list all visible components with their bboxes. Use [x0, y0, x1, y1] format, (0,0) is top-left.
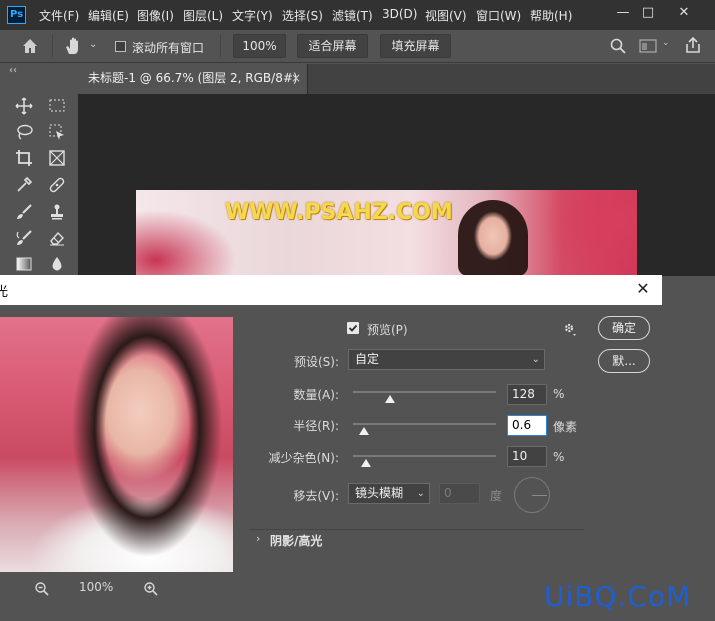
- portrait-thumbnail: [458, 200, 528, 276]
- menu-filter[interactable]: 滤镜(T): [332, 7, 373, 24]
- shadows-highlights-section[interactable]: 阴影/高光: [270, 532, 322, 549]
- chevron-right-icon[interactable]: ›: [256, 532, 260, 545]
- reduce-noise-slider-thumb[interactable]: [360, 459, 371, 467]
- zoom-percent-button[interactable]: 100%: [233, 34, 286, 58]
- minimize-button[interactable]: —: [611, 2, 635, 26]
- zoom-out-icon[interactable]: [34, 581, 50, 600]
- dialog-titlebar: 光 ✕: [0, 275, 662, 305]
- separator: [52, 35, 53, 57]
- eyedropper-tool-icon[interactable]: [13, 174, 35, 196]
- menu-help[interactable]: 帮助(H): [530, 7, 572, 24]
- workspace-icon[interactable]: [639, 38, 657, 57]
- reduce-noise-slider-track[interactable]: [353, 455, 496, 457]
- menu-layer[interactable]: 图层(L): [183, 7, 223, 24]
- document-tab-close-icon[interactable]: ×: [291, 64, 301, 92]
- dialog-title: 光: [0, 285, 9, 300]
- share-icon[interactable]: [684, 36, 702, 57]
- preview-checkbox[interactable]: [347, 322, 359, 334]
- object-selection-tool-icon[interactable]: [46, 121, 68, 143]
- amount-label: 数量(A):: [293, 388, 339, 402]
- menu-file[interactable]: 文件(F): [39, 7, 79, 24]
- default-button[interactable]: 默...: [598, 349, 650, 373]
- section-divider: [249, 529, 584, 530]
- radius-label: 半径(R):: [293, 419, 339, 433]
- document-tab-bar: 未标题-1 @ 66.7% (图层 2, RGB/8#) * ×: [78, 64, 715, 113]
- clone-stamp-tool-icon[interactable]: [46, 201, 68, 223]
- eraser-tool-icon[interactable]: [46, 227, 68, 249]
- document-tab[interactable]: 未标题-1 @ 66.7% (图层 2, RGB/8#) * ×: [78, 64, 308, 113]
- brush-tool-icon[interactable]: [13, 201, 35, 223]
- watermark-text: WWW.PSAHZ.COM: [225, 200, 453, 225]
- chevron-down-icon[interactable]: ⌄: [89, 39, 97, 50]
- angle-unit: 度: [490, 489, 503, 503]
- search-icon[interactable]: [609, 37, 627, 58]
- dialog-close-button[interactable]: ✕: [632, 279, 654, 301]
- menu-image[interactable]: 图像(I): [137, 7, 174, 24]
- scroll-all-label: 滚动所有窗口: [132, 41, 205, 55]
- preset-label: 预设(S):: [293, 355, 339, 369]
- reduce-noise-field[interactable]: 10: [507, 446, 547, 467]
- ok-button[interactable]: 确定: [598, 316, 650, 340]
- preview-label: 预览(P): [367, 323, 408, 337]
- blur-tool-icon[interactable]: [46, 253, 68, 275]
- maximize-button[interactable]: □: [636, 2, 660, 26]
- radius-unit: 像素: [553, 420, 578, 434]
- chevron-down-icon: ⌄: [531, 354, 540, 365]
- preview-zoom-level: 100%: [79, 580, 114, 594]
- preset-select[interactable]: 自定 ⌄: [348, 349, 545, 370]
- fit-screen-button[interactable]: 适合屏幕: [297, 34, 368, 58]
- preview-hair-shading: [72, 317, 222, 572]
- home-icon[interactable]: [20, 36, 40, 59]
- menu-view[interactable]: 视图(V): [425, 7, 467, 24]
- scroll-all-checkbox[interactable]: [115, 41, 126, 52]
- move-tool-icon[interactable]: [13, 95, 35, 117]
- angle-dial[interactable]: [514, 477, 550, 513]
- menu-window[interactable]: 窗口(W): [476, 7, 521, 24]
- collapse-panel-icon[interactable]: ‹‹: [9, 65, 17, 76]
- frame-tool-icon[interactable]: [46, 147, 68, 169]
- menu-edit[interactable]: 编辑(E): [88, 7, 129, 24]
- preset-value: 自定: [355, 352, 380, 366]
- lasso-tool-icon[interactable]: [13, 121, 35, 143]
- amount-field[interactable]: 128: [507, 384, 547, 405]
- angle-field[interactable]: 0: [439, 483, 480, 504]
- preview-image[interactable]: [0, 317, 233, 572]
- fill-screen-button[interactable]: 填充屏幕: [380, 34, 451, 58]
- menu-3d[interactable]: 3D(D): [382, 7, 417, 21]
- amount-slider-track[interactable]: [353, 391, 496, 393]
- zoom-in-icon[interactable]: [143, 581, 159, 600]
- radius-slider-track[interactable]: [353, 423, 496, 425]
- chevron-down-icon: ⌄: [416, 488, 425, 499]
- remove-select[interactable]: 镜头模糊 ⌄: [348, 483, 430, 504]
- photoshop-logo[interactable]: Ps: [7, 6, 26, 24]
- reduce-noise-unit: %: [553, 450, 565, 464]
- options-bar: ⌄ 滚动所有窗口 100% 适合屏幕 填充屏幕 ⌄: [0, 30, 715, 63]
- menu-type[interactable]: 文字(Y): [232, 7, 273, 24]
- menu-select[interactable]: 选择(S): [282, 7, 323, 24]
- tools-panel: ‹‹: [0, 64, 78, 276]
- hand-tool-icon[interactable]: [63, 36, 85, 59]
- chevron-down-icon[interactable]: ⌄: [662, 38, 670, 48]
- menu-bar: Ps 文件(F) 编辑(E) 图像(I) 图层(L) 文字(Y) 选择(S) 滤…: [0, 0, 715, 30]
- amount-slider-thumb[interactable]: [385, 395, 396, 403]
- crop-tool-icon[interactable]: [13, 147, 35, 169]
- radius-field[interactable]: 0.6: [507, 415, 547, 436]
- reduce-noise-label: 减少杂色(N):: [268, 451, 339, 465]
- amount-unit: %: [553, 387, 565, 401]
- radius-slider-thumb[interactable]: [359, 427, 370, 435]
- smart-sharpen-dialog: 光 ✕ 100% 预览(P) 确定 默... 预设(S): 自定 ⌄ 数量(A)…: [0, 275, 662, 621]
- gradient-tool-icon[interactable]: [13, 253, 35, 275]
- history-brush-tool-icon[interactable]: [13, 227, 35, 249]
- window-close-button[interactable]: ✕: [672, 2, 696, 26]
- site-watermark: UiBQ.CoM: [544, 580, 692, 613]
- remove-label: 移去(V):: [293, 489, 339, 503]
- healing-brush-tool-icon[interactable]: [46, 174, 68, 196]
- remove-value: 镜头模糊: [355, 486, 404, 500]
- settings-gear-icon[interactable]: [562, 321, 578, 340]
- marquee-tool-icon[interactable]: [46, 95, 68, 117]
- angle-dial-indicator: [532, 495, 547, 496]
- separator: [220, 35, 221, 57]
